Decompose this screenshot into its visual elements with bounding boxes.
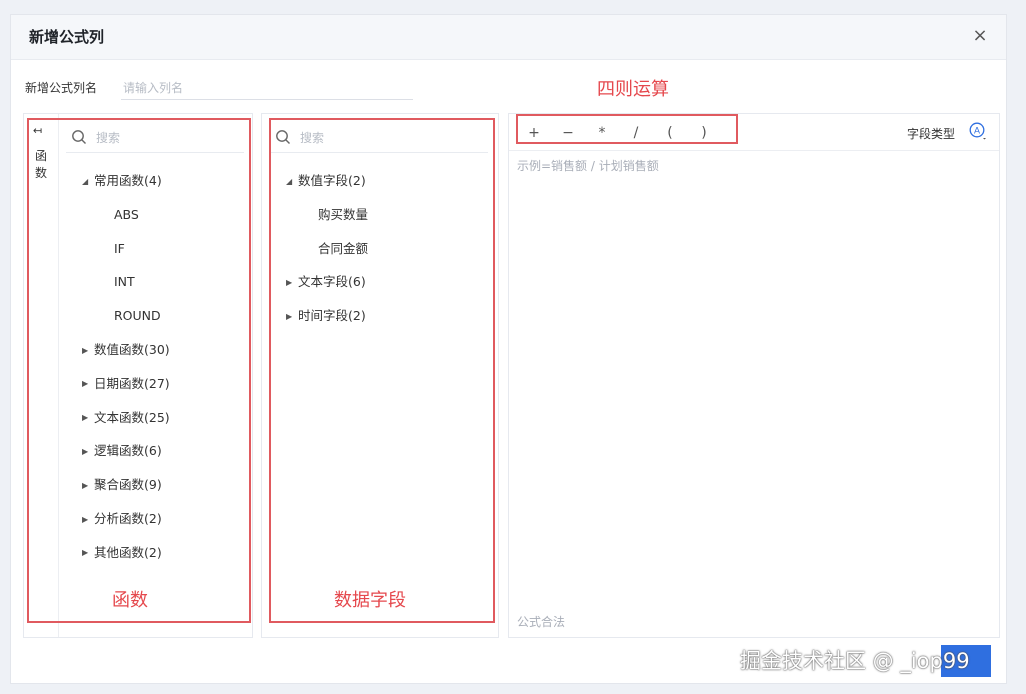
annotation-box-four-ops [516, 114, 738, 144]
formula-placeholder: 示例=销售额 / 计划销售额 [517, 159, 659, 173]
formula-input-area[interactable]: 示例=销售额 / 计划销售额 公式合法 [509, 150, 999, 638]
svg-text:A: A [974, 126, 980, 136]
dialog-title: 新增公式列 [29, 28, 105, 46]
annotation-four-ops: 四则运算 [597, 79, 669, 100]
column-name-input[interactable] [121, 77, 413, 100]
watermark: 掘金技术社区 @ _iop99 [740, 649, 970, 673]
field-type-label[interactable]: 字段类型 [907, 125, 955, 142]
formula-editor-panel: + − * / ( ) 字段类型 A 示例=销售额 / 计划销售额 公式合法 [508, 113, 1000, 638]
formula-column-dialog: 新增公式列 × 新增公式列名 四则运算 ↤ 函数 ◢常用函数(4) ABS IF… [10, 14, 1007, 684]
annotation-box-functions [27, 118, 251, 623]
close-icon[interactable]: × [968, 24, 992, 48]
dialog-titlebar: 新增公式列 × [11, 15, 1006, 60]
formula-syntax-status: 公式合法 [517, 615, 566, 629]
field-type-dropdown-icon[interactable]: A [969, 122, 987, 140]
annotation-box-data-fields [269, 118, 495, 623]
column-name-label: 新增公式列名 [25, 81, 98, 95]
